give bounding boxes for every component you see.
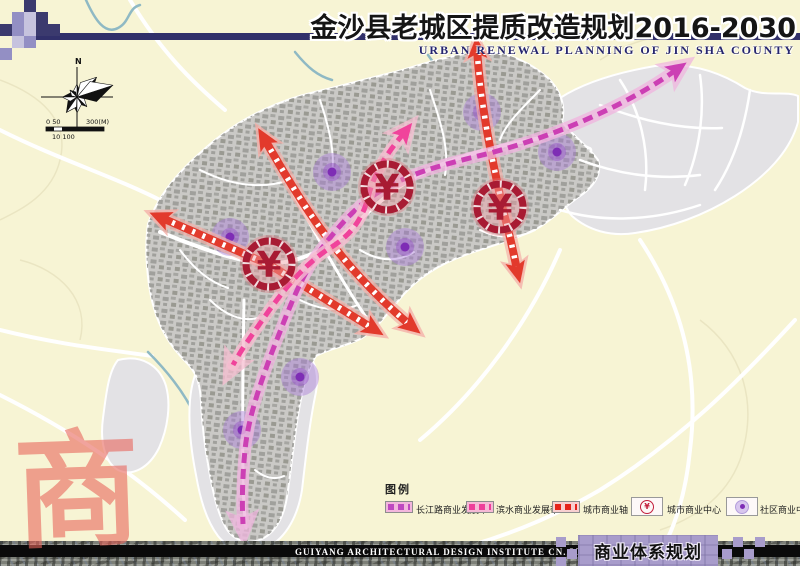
community-commercial-center <box>313 153 351 191</box>
yuan-circle-icon: ¥ <box>640 500 654 514</box>
city-commercial-center: ¥ <box>471 178 529 236</box>
yuan-symbol: ¥ <box>374 168 399 209</box>
footer-pixel <box>567 549 577 559</box>
legend-swatch-city-center: ¥ <box>631 497 663 516</box>
city-commercial-center: ¥ <box>358 158 416 216</box>
company-name: GUIYANG ARCHITECTURAL DESIGN INSTITUTE C… <box>295 547 590 557</box>
legend-label-commercial-axis: 城市商业轴 <box>583 503 628 516</box>
scale-left-label: 0 50 <box>46 118 60 126</box>
scale-bottom-label: 10 100 <box>52 133 75 141</box>
scale-right-label: 300(M) <box>86 118 109 126</box>
plan-subtitle: URBAN RENEWAL PLANNING OF JIN SHA COUNTY <box>419 43 795 58</box>
community-dot-icon <box>740 504 745 509</box>
legend-swatch-binshui-belt <box>466 501 494 513</box>
footer-pixel <box>556 537 566 547</box>
plan-name-box: 商业体系规划 <box>578 535 718 566</box>
logo-mosaic-icon <box>0 0 70 70</box>
footer-pixel <box>733 537 743 547</box>
legend-swatch-changjiang-belt <box>385 501 413 513</box>
plan-name-label: 商业体系规划 <box>594 538 702 563</box>
footer-pixel <box>755 537 765 547</box>
legend-label-community-center: 社区商业中心 <box>760 503 800 516</box>
plan-title: 金沙县老城区提质改造规划2016-2030 <box>311 6 797 45</box>
legend-label-binshui-belt: 滨水商业发展带 <box>496 503 559 516</box>
community-commercial-center <box>386 228 424 266</box>
legend: 图例 长江路商业发展带 滨水商业发展带 城市商业轴 ¥ 城市商业中心 社区商业中… <box>385 481 799 521</box>
legend-swatch-commercial-axis <box>552 501 580 513</box>
legend-swatch-community-center <box>726 497 758 516</box>
community-circle-icon <box>735 500 749 514</box>
footer-pixel <box>722 549 732 559</box>
city-commercial-center: ¥ <box>240 235 298 293</box>
legend-label-city-center: 城市商业中心 <box>667 503 721 516</box>
footer-pixel <box>556 557 566 566</box>
plan-sheet: ¥¥¥ N 0 50 300(M) 10 100 金沙县 <box>0 0 800 566</box>
legend-title: 图例 <box>385 481 411 497</box>
footer-pixel <box>744 549 754 559</box>
yuan-symbol: ¥ <box>644 503 650 511</box>
compass-north-label: N <box>75 57 82 66</box>
yuan-symbol: ¥ <box>256 245 281 286</box>
yuan-symbol: ¥ <box>487 188 512 229</box>
community-commercial-center <box>281 358 319 396</box>
